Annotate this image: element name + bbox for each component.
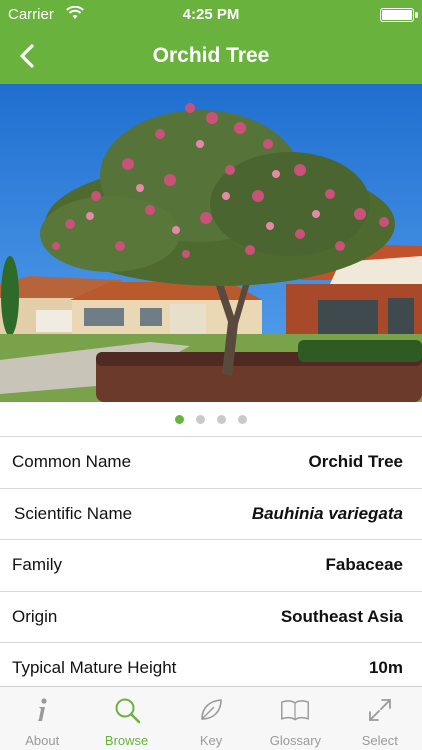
detail-label: Origin bbox=[12, 606, 58, 626]
status-bar: Carrier 4:25 PM bbox=[0, 0, 422, 30]
page-title: Orchid Tree bbox=[152, 44, 270, 67]
detail-label: Typical Mature Height bbox=[12, 658, 177, 678]
tab-key[interactable]: Key bbox=[169, 687, 253, 750]
leaf-icon bbox=[201, 699, 222, 720]
detail-row-scientific-name: Scientific Name Bauhinia variegata bbox=[0, 489, 422, 540]
details-table: Common Name Orchid Tree Scientific Name … bbox=[0, 436, 422, 686]
detail-label: Family bbox=[12, 555, 63, 575]
detail-row-origin: Origin Southeast Asia bbox=[0, 592, 422, 643]
tree-photo[interactable] bbox=[0, 84, 422, 402]
page-dot-3[interactable] bbox=[217, 414, 226, 424]
detail-value: Southeast Asia bbox=[280, 606, 403, 626]
detail-row-common-name: Common Name Orchid Tree bbox=[0, 437, 422, 489]
tab-glossary[interactable]: Glossary bbox=[253, 687, 337, 750]
tab-browse[interactable]: Browse bbox=[84, 687, 168, 750]
clock: 4:25 PM bbox=[182, 6, 240, 23]
detail-label: Common Name bbox=[12, 452, 132, 472]
detail-value: Bauhinia variegata bbox=[251, 503, 403, 523]
detail-row-mature-height: Typical Mature Height 10m bbox=[0, 643, 422, 686]
detail-value: Orchid Tree bbox=[308, 452, 403, 472]
page-dot-2[interactable] bbox=[196, 414, 205, 424]
tab-label: Browse bbox=[104, 733, 149, 748]
tab-select[interactable]: Select bbox=[338, 687, 422, 750]
tab-label: Select bbox=[361, 733, 398, 748]
page-dot-1[interactable] bbox=[175, 414, 184, 424]
nav-bar: Orchid Tree bbox=[0, 30, 422, 84]
info-icon bbox=[38, 698, 47, 721]
search-icon bbox=[115, 698, 140, 724]
tab-label: Glossary bbox=[269, 733, 322, 748]
detail-label: Scientific Name bbox=[14, 503, 133, 523]
detail-row-family: Family Fabaceae bbox=[0, 540, 422, 592]
tab-about[interactable]: About bbox=[0, 687, 84, 750]
header: Carrier 4:25 PM Orchid Tree bbox=[0, 0, 422, 84]
detail-value: 10m bbox=[368, 658, 403, 678]
tab-label: Key bbox=[199, 733, 223, 748]
expand-icon bbox=[368, 699, 391, 721]
book-icon bbox=[281, 700, 310, 721]
page-dot-4[interactable] bbox=[238, 414, 247, 424]
page-indicator bbox=[0, 402, 422, 436]
tab-bar: About Browse Key Glossary Select bbox=[0, 686, 422, 750]
detail-value: Fabaceae bbox=[325, 555, 404, 575]
battery-icon bbox=[380, 8, 418, 22]
tab-label: About bbox=[25, 733, 60, 748]
